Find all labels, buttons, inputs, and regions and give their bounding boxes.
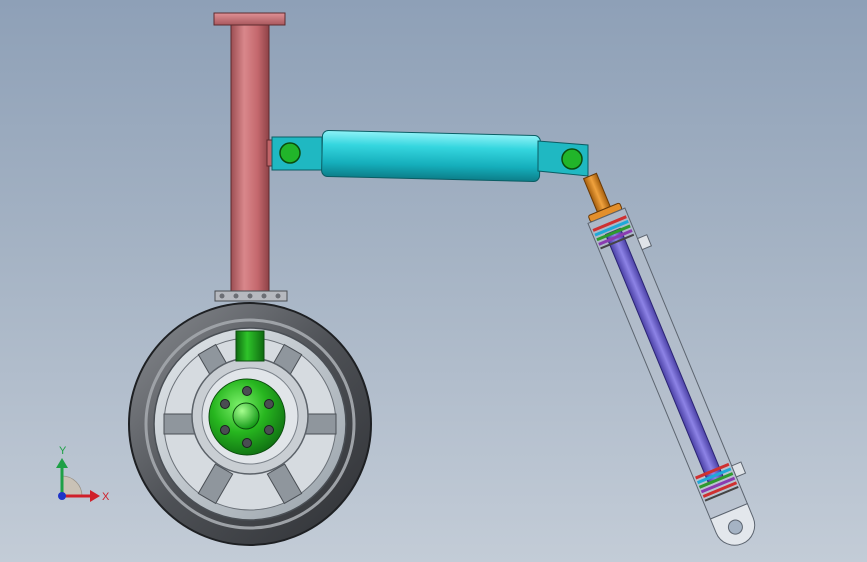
triad-quadrant [61, 475, 83, 497]
y-axis-arrowhead [56, 458, 68, 468]
x-axis-arrowhead [90, 490, 100, 502]
y-axis-label: Y [59, 445, 67, 457]
pivot-pin-rear[interactable] [279, 142, 301, 164]
axle-fork[interactable] [235, 330, 265, 362]
actuator[interactable] [271, 129, 589, 183]
actuator-cylinder[interactable] [321, 129, 541, 183]
top-flange[interactable] [213, 12, 286, 26]
hub-cap[interactable] [232, 402, 260, 430]
cad-viewport[interactable]: Y X [0, 0, 867, 562]
z-axis-marker [58, 492, 66, 500]
x-axis-label: X [102, 491, 110, 503]
pivot-pin-front[interactable] [561, 148, 583, 170]
strut-tube[interactable] [230, 24, 270, 294]
wheel-assembly[interactable] [128, 302, 372, 546]
coordinate-triad[interactable]: Y X [56, 445, 110, 503]
landing-gear-assembly-model[interactable]: Y X [0, 0, 867, 562]
rod-end-coupler[interactable] [582, 172, 611, 213]
shock-absorber[interactable] [572, 165, 771, 552]
piston-rod[interactable] [604, 227, 725, 485]
